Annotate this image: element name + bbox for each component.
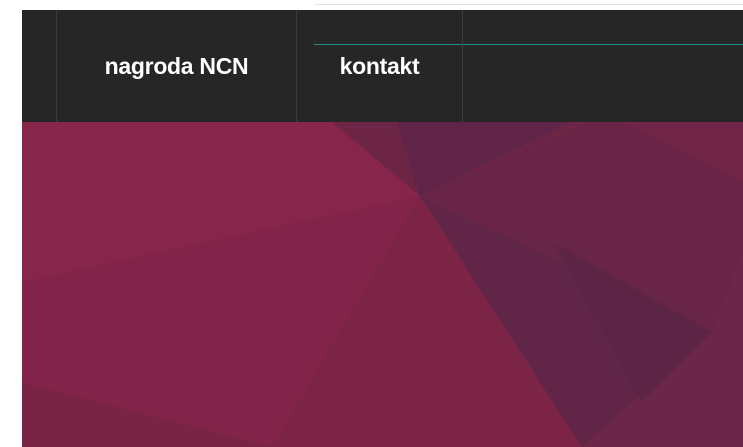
hero-polygon-background (22, 122, 743, 447)
top-strip (0, 0, 743, 10)
nav-item-nagroda-ncn[interactable]: nagroda NCN (57, 10, 296, 122)
nav-item-kontakt[interactable]: kontakt (297, 10, 462, 122)
left-page-margin (0, 10, 22, 447)
nav-item-label: kontakt (339, 52, 420, 79)
main-navbar: nagroda NCN kontakt (22, 10, 743, 122)
nav-divider (462, 10, 463, 122)
nav-item-label: nagroda NCN (104, 52, 249, 79)
top-rule (315, 4, 743, 5)
hero-banner (22, 122, 743, 447)
